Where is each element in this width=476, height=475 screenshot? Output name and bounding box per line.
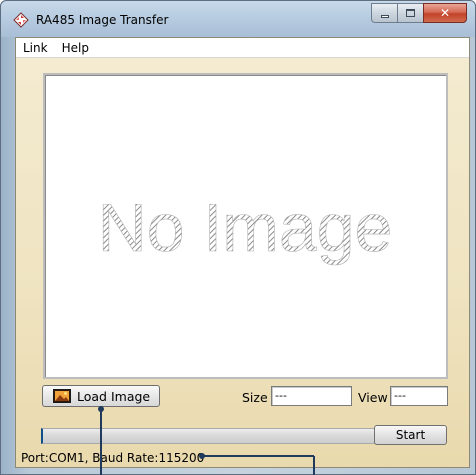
menu-bar: Link Help [16,38,469,58]
load-image-label: Load Image [77,388,151,404]
title-bar[interactable]: RA485 Image Transfer ✕ [1,1,475,37]
close-button[interactable]: ✕ [423,3,467,23]
menu-link[interactable]: Link [16,38,55,58]
close-icon: ✕ [439,6,451,20]
maximize-icon [406,9,415,17]
load-image-button[interactable]: Load Image [42,385,160,407]
image-preview-panel: No Image [43,73,448,379]
client-area: Link Help No Image Load Image Size --- V… [15,37,470,468]
app-icon [13,12,29,28]
view-field[interactable]: --- [390,386,448,406]
maximize-button[interactable] [397,3,423,23]
start-button[interactable]: Start [374,425,447,445]
size-label: Size [242,390,268,405]
minimize-button[interactable] [371,3,397,23]
minimize-icon [380,14,389,18]
window-title: RA485 Image Transfer [36,13,169,27]
menu-help[interactable]: Help [55,38,96,58]
transfer-progress-bar [41,428,375,444]
no-image-text: No Image [98,190,393,266]
app-window: RA485 Image Transfer ✕ Link Help No Imag… [0,0,476,475]
no-image-placeholder: No Image [97,190,393,267]
size-field[interactable]: --- [271,386,352,406]
image-file-icon [53,389,71,403]
status-text: Port:COM1, Baud Rate:115200 [21,451,205,465]
window-controls: ✕ [371,3,467,23]
view-label: View [358,390,388,405]
